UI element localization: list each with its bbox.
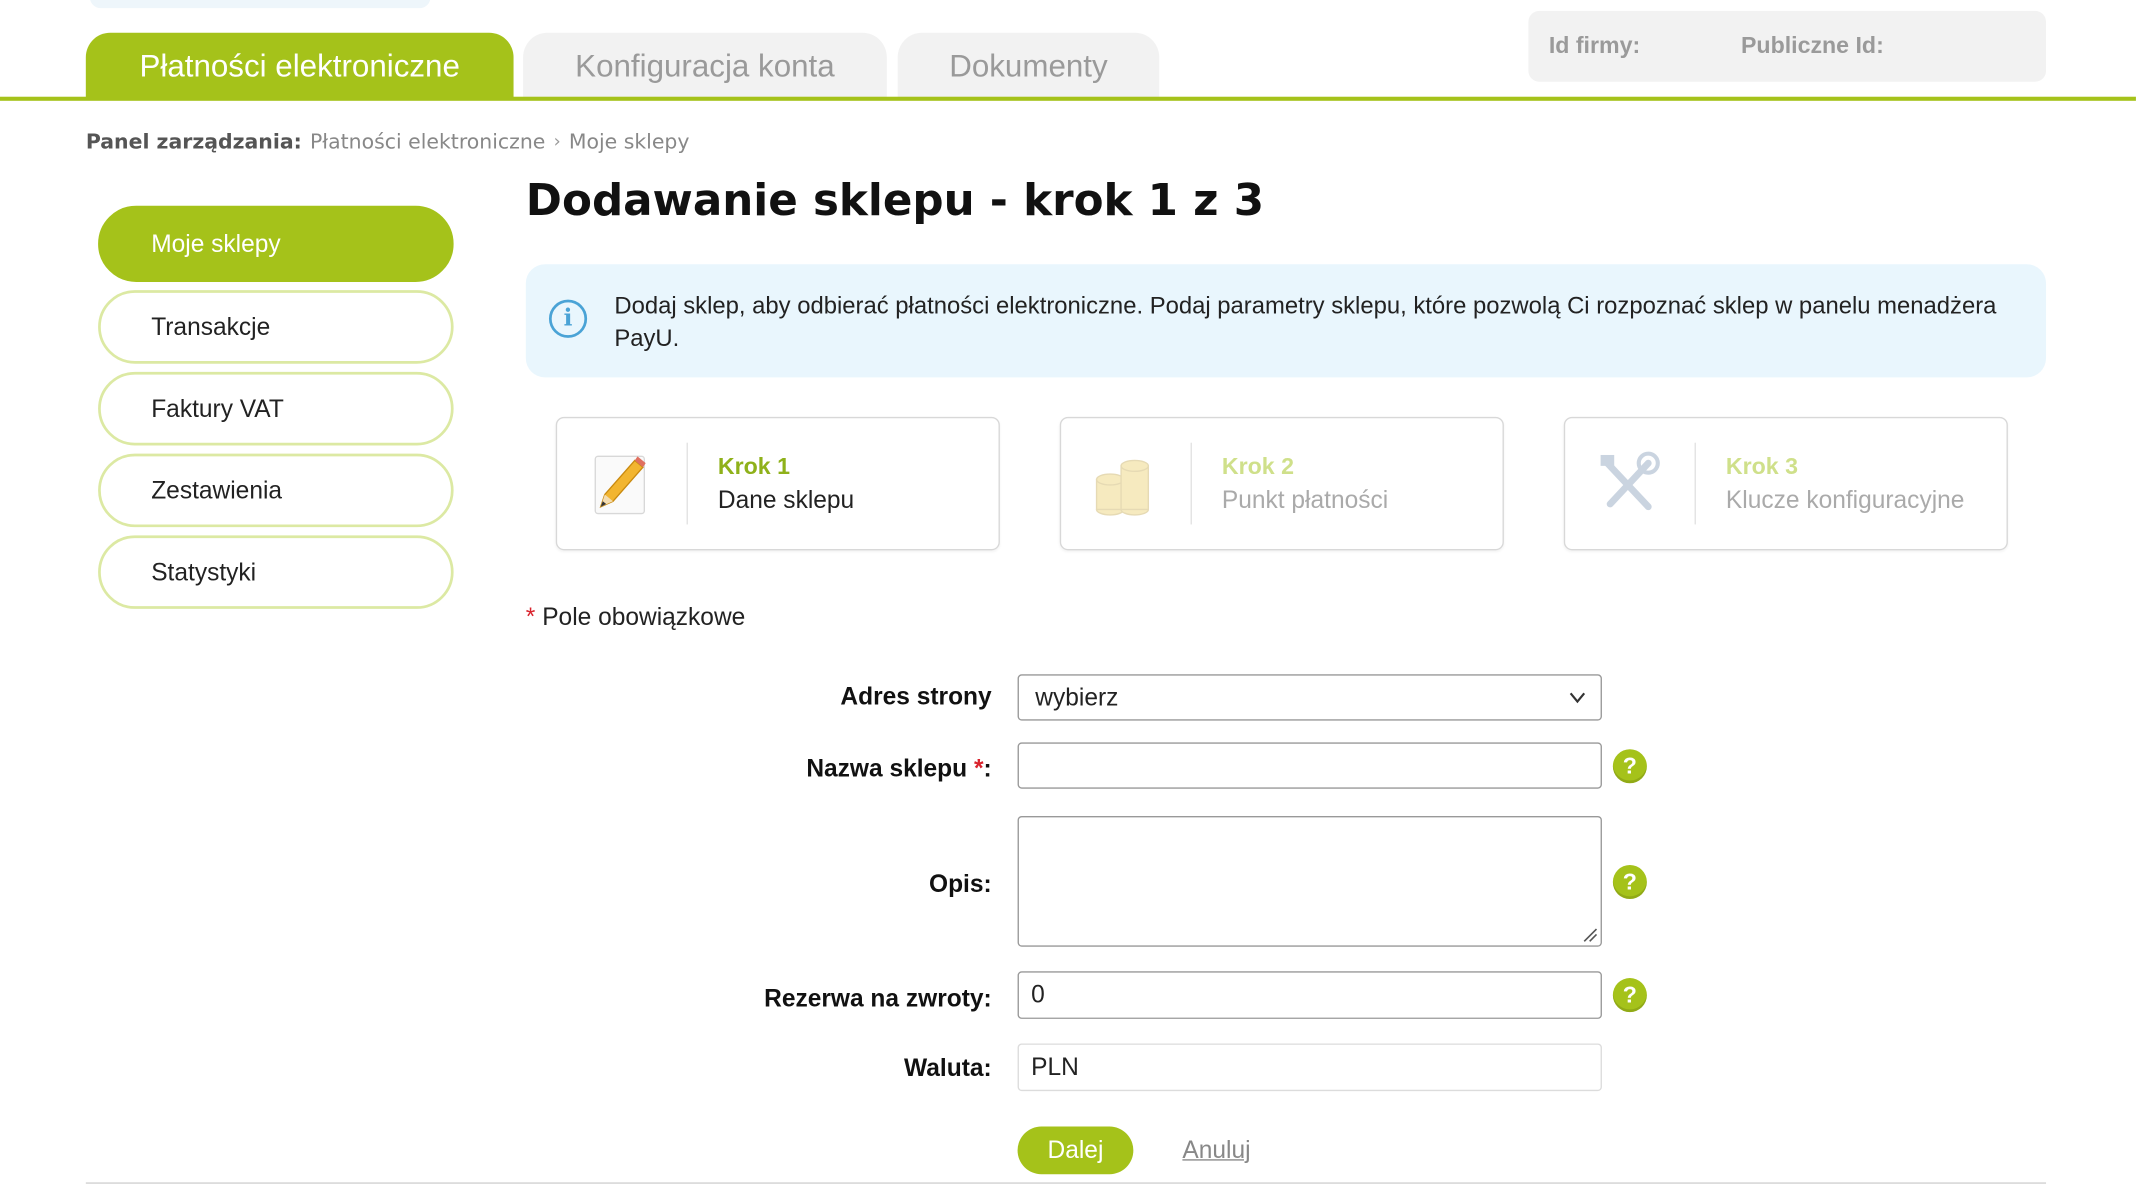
- sidebar-item-label: Statystyki: [151, 557, 257, 586]
- currency-label: Waluta:: [904, 1054, 992, 1082]
- tab-konfiguracja[interactable]: Konfiguracja konta: [523, 32, 887, 99]
- sidebar: Moje sklepy Transakcje Faktury VAT Zesta…: [98, 205, 454, 617]
- required-note: * Pole obowiązkowe: [526, 603, 745, 632]
- info-banner: i Dodaj sklep, aby odbierać płatności el…: [525, 264, 2047, 378]
- breadcrumb-item-moje-sklepy: Moje sklepy: [568, 129, 690, 154]
- help-icon[interactable]: ?: [1612, 864, 1647, 900]
- tab-underline: [0, 96, 2136, 101]
- currency-field: PLN: [1017, 1043, 1602, 1092]
- required-star: *: [973, 754, 984, 782]
- step-divider: [1694, 442, 1696, 525]
- page-title: Dodawanie sklepu - krok 1 z 3: [525, 174, 1265, 227]
- address-select[interactable]: wybierz: [1017, 674, 1602, 721]
- step-title: Krok 1: [717, 453, 790, 480]
- help-icon[interactable]: ?: [1612, 749, 1647, 784]
- shop-name-label: Nazwa sklepu *:: [447, 754, 992, 784]
- breadcrumb-lead: Panel zarządzania:: [85, 129, 302, 154]
- resize-grip-icon[interactable]: [1582, 926, 1598, 942]
- step-title: Krok 3: [1725, 453, 1798, 480]
- step-2-card: Krok 2 Punkt płatności: [1059, 416, 1504, 551]
- shop-name-label-text: Nazwa sklepu: [806, 754, 968, 782]
- step-desc: Klucze konfiguracyjne: [1725, 486, 1965, 514]
- app-root: Płatności elektroniczne Konfiguracja kon…: [0, 0, 2136, 1184]
- sidebar-item-label: Zestawienia: [151, 476, 283, 504]
- sidebar-item-label: Transakcje: [151, 312, 271, 340]
- breadcrumb-separator: ›: [553, 131, 561, 152]
- coins-icon: [1088, 448, 1159, 519]
- company-ids-box: Id firmy: Publiczne Id:: [1528, 10, 2047, 82]
- sidebar-item-moje-sklepy[interactable]: Moje sklepy: [98, 205, 454, 282]
- chevron-down-icon: [1569, 692, 1586, 704]
- step-title: Krok 2: [1221, 453, 1294, 480]
- shop-name-input[interactable]: [1017, 742, 1602, 789]
- reserve-input[interactable]: 0: [1017, 971, 1602, 1019]
- sidebar-item-zestawienia[interactable]: Zestawienia: [98, 453, 454, 528]
- sidebar-item-faktury-vat[interactable]: Faktury VAT: [98, 371, 454, 446]
- label-colon: :: [983, 754, 992, 782]
- top-search-pill: [89, 0, 431, 9]
- step-3-card: Krok 3 Klucze konfiguracyjne: [1563, 416, 2008, 551]
- next-button[interactable]: Dalej: [1017, 1126, 1134, 1175]
- info-text: Dodaj sklep, aby odbierać płatności elek…: [614, 291, 1997, 352]
- description-label: Opis:: [928, 870, 992, 898]
- breadcrumb-item-platnosci[interactable]: Płatności elektroniczne: [310, 129, 545, 154]
- address-label: Adres strony: [840, 682, 992, 710]
- step-desc: Dane sklepu: [717, 486, 855, 514]
- help-icon[interactable]: ?: [1612, 978, 1647, 1013]
- pencil-icon: [584, 448, 655, 519]
- tools-icon: [1592, 448, 1663, 519]
- step-desc: Punkt płatności: [1221, 486, 1389, 514]
- sidebar-item-statystyki[interactable]: Statystyki: [98, 535, 454, 609]
- firm-id-label: Id firmy:: [1548, 32, 1641, 59]
- reserve-label: Rezerwa na zwroty:: [764, 984, 992, 1013]
- step-divider: [686, 442, 688, 525]
- step-1-card: Krok 1 Dane sklepu: [555, 416, 1000, 551]
- tab-dokumenty[interactable]: Dokumenty: [897, 32, 1160, 99]
- required-note-text: Pole obowiązkowe: [542, 603, 746, 631]
- cancel-link[interactable]: Anuluj: [1182, 1136, 1250, 1165]
- public-id-label: Publiczne Id:: [1740, 32, 1884, 59]
- address-select-value: wybierz: [1035, 683, 1119, 711]
- breadcrumb: Panel zarządzania: Płatności elektronicz…: [86, 129, 690, 154]
- sidebar-item-transakcje[interactable]: Transakcje: [98, 290, 454, 364]
- info-icon: i: [548, 299, 588, 338]
- description-textarea[interactable]: [1017, 815, 1602, 947]
- sidebar-item-label: Faktury VAT: [151, 394, 284, 422]
- sidebar-item-label: Moje sklepy: [151, 229, 281, 257]
- tab-platnosci[interactable]: Płatności elektroniczne: [85, 32, 514, 99]
- step-divider: [1190, 442, 1192, 525]
- required-star: *: [525, 603, 536, 631]
